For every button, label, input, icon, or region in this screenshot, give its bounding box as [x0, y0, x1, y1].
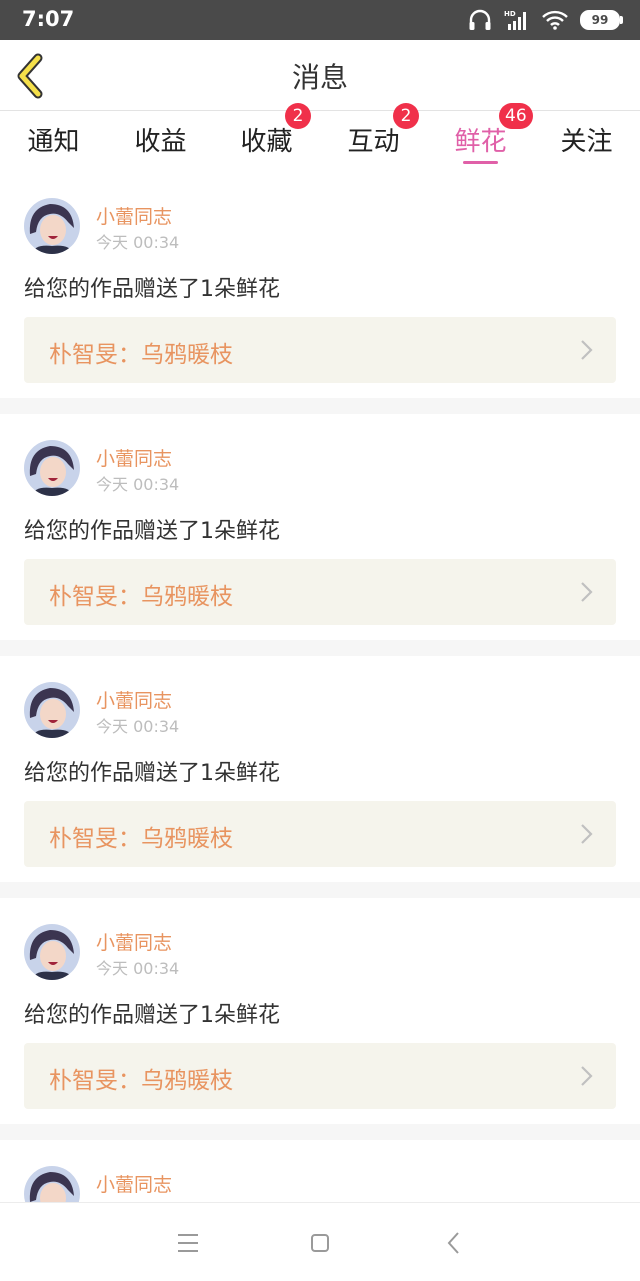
tab-badge: 2 — [285, 103, 311, 129]
avatar-image — [24, 924, 80, 980]
avatar-image — [24, 198, 80, 254]
work-title: 朴智旻：乌鸦暖枝 — [49, 342, 233, 368]
card-divider — [0, 398, 640, 414]
system-nav-bar — [0, 1202, 640, 1281]
chevron-right-icon — [581, 824, 593, 844]
message-time: 今天 00:34 — [96, 233, 180, 252]
tab-bar: 通知 收益 收藏 2 互动 2 鲜花 46 关注 — [0, 103, 640, 171]
message-time: 今天 00:34 — [96, 475, 180, 494]
avatar[interactable] — [24, 440, 80, 496]
sender-name[interactable]: 小蕾同志 — [96, 928, 172, 955]
chevron-right-icon — [581, 582, 593, 602]
tab-earnings[interactable]: 收益 — [107, 111, 214, 171]
status-time: 7:07 — [22, 7, 75, 31]
tab-label: 收益 — [134, 127, 187, 157]
message-time: 今天 00:34 — [96, 959, 180, 978]
avatar-image — [24, 682, 80, 738]
card-divider — [0, 1124, 640, 1140]
tab-label: 互动 — [347, 127, 400, 157]
page-title: 消息 — [291, 61, 348, 94]
tab-notifications[interactable]: 通知 — [0, 111, 107, 171]
back-triangle-icon — [447, 1232, 459, 1254]
work-link[interactable]: 朴智旻：乌鸦暖枝 — [24, 1043, 616, 1109]
header: 消息 — [0, 40, 640, 111]
message-card: 小蕾同志 — [0, 1140, 640, 1202]
card-divider — [0, 640, 640, 656]
tab-favorites[interactable]: 收藏 2 — [213, 103, 320, 171]
message-card: 小蕾同志 今天 00:34 给您的作品赠送了1朵鲜花 朴智旻：乌鸦暖枝 — [0, 414, 640, 640]
menu-icon — [178, 1234, 198, 1252]
sender-name[interactable]: 小蕾同志 — [96, 686, 172, 713]
message-text: 给您的作品赠送了1朵鲜花 — [24, 1003, 280, 1028]
home-button[interactable] — [304, 1227, 336, 1259]
hd-label: HD — [504, 10, 516, 18]
chevron-right-icon — [581, 1066, 593, 1086]
work-link[interactable]: 朴智旻：乌鸦暖枝 — [24, 317, 616, 383]
sender-name[interactable]: 小蕾同志 — [96, 202, 172, 229]
tab-badge: 46 — [499, 103, 533, 129]
message-card: 小蕾同志 今天 00:34 给您的作品赠送了1朵鲜花 朴智旻：乌鸦暖枝 — [0, 656, 640, 882]
tab-label: 关注 — [560, 127, 613, 157]
avatar[interactable] — [24, 924, 80, 980]
work-title: 朴智旻：乌鸦暖枝 — [49, 1068, 233, 1094]
tab-flowers[interactable]: 鲜花 46 — [427, 103, 534, 171]
message-card: 小蕾同志 今天 00:34 给您的作品赠送了1朵鲜花 朴智旻：乌鸦暖枝 — [0, 172, 640, 398]
message-text: 给您的作品赠送了1朵鲜花 — [24, 761, 280, 786]
sender-name[interactable]: 小蕾同志 — [96, 444, 172, 471]
tab-label: 通知 — [27, 127, 80, 157]
avatar[interactable] — [24, 1166, 80, 1202]
message-text: 给您的作品赠送了1朵鲜花 — [24, 277, 280, 302]
tab-label: 鲜花 — [454, 127, 507, 157]
sender-name[interactable]: 小蕾同志 — [96, 1170, 172, 1197]
message-time: 今天 00:34 — [96, 717, 180, 736]
home-square-icon — [311, 1234, 329, 1252]
chevron-right-icon — [581, 340, 593, 360]
card-divider — [0, 882, 640, 898]
battery-level: 99 — [591, 13, 609, 27]
tab-label: 收藏 — [240, 127, 293, 157]
message-card: 小蕾同志 今天 00:34 给您的作品赠送了1朵鲜花 朴智旻：乌鸦暖枝 — [0, 898, 640, 1124]
wifi-icon — [542, 10, 568, 30]
work-link[interactable]: 朴智旻：乌鸦暖枝 — [24, 559, 616, 625]
signal-icon: HD — [504, 10, 526, 30]
work-title: 朴智旻：乌鸦暖枝 — [49, 584, 233, 610]
battery-icon: 99 — [580, 10, 623, 30]
avatar-image — [24, 440, 80, 496]
avatar[interactable] — [24, 682, 80, 738]
work-title: 朴智旻：乌鸦暖枝 — [49, 826, 233, 852]
system-back-button[interactable] — [438, 1227, 470, 1259]
avatar[interactable] — [24, 198, 80, 254]
status-icons: HD 99 — [456, 8, 623, 32]
tab-interactions[interactable]: 互动 2 — [320, 103, 427, 171]
tab-active-indicator — [463, 161, 498, 164]
tab-badge: 2 — [393, 103, 419, 129]
tab-following[interactable]: 关注 — [533, 111, 640, 171]
message-text: 给您的作品赠送了1朵鲜花 — [24, 519, 280, 544]
headphones-icon — [469, 9, 491, 30]
status-bar: 7:07 HD 99 — [0, 0, 640, 40]
work-link[interactable]: 朴智旻：乌鸦暖枝 — [24, 801, 616, 867]
avatar-image — [24, 1166, 80, 1202]
menu-button[interactable] — [172, 1227, 204, 1259]
